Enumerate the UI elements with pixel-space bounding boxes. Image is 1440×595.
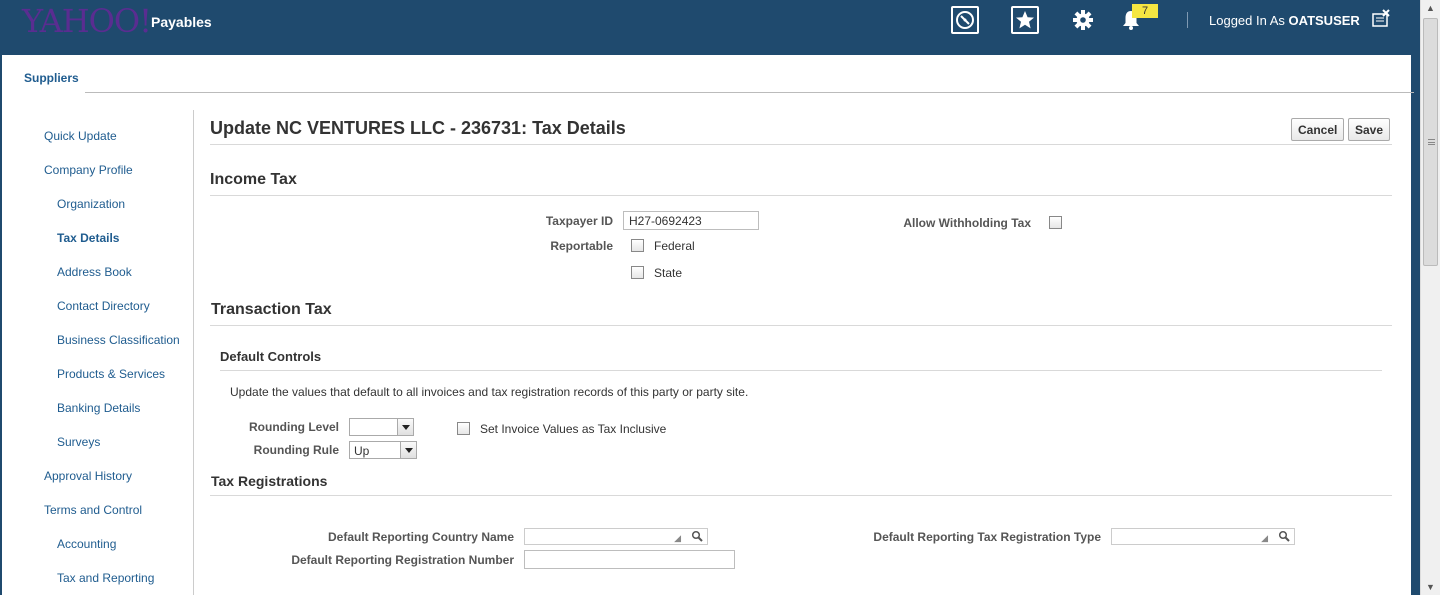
frame-left-edge (0, 55, 2, 595)
reportable-label: Reportable (550, 239, 613, 253)
scroll-up-arrow-icon[interactable]: ▲ (1421, 0, 1440, 16)
registration-number-label: Default Reporting Registration Number (291, 553, 514, 567)
tax-inclusive-checkbox[interactable] (457, 422, 470, 435)
default-controls-description: Update the values that default to all in… (230, 385, 749, 399)
rounding-rule-dropdown-icon[interactable] (400, 442, 416, 458)
username[interactable]: OATSUSER (1289, 13, 1360, 28)
sidebar-item-tax-and-reporting[interactable]: Tax and Reporting (57, 571, 154, 585)
federal-checkbox[interactable] (631, 239, 644, 252)
page-scrollbar[interactable]: ▲ ▼ (1420, 0, 1440, 595)
search-icon[interactable] (691, 530, 703, 545)
sidebar-item-banking-details[interactable]: Banking Details (57, 401, 140, 415)
compass-icon[interactable] (951, 6, 979, 34)
registration-type-label: Default Reporting Tax Registration Type (873, 530, 1101, 544)
scroll-thumb[interactable] (1423, 18, 1438, 266)
tax-registrations-heading: Tax Registrations (211, 473, 328, 489)
frame-right-edge (1411, 55, 1420, 595)
rounding-rule-value: Up (354, 444, 370, 458)
sidebar-item-company-profile[interactable]: Company Profile (44, 163, 133, 177)
yahoo-logo[interactable]: YAHOO! (22, 2, 152, 40)
page-title: Update NC VENTURES LLC - 236731: Tax Det… (210, 118, 626, 138)
tax-inclusive-label: Set Invoice Values as Tax Inclusive (480, 422, 667, 436)
allow-withholding-checkbox[interactable] (1049, 216, 1062, 229)
taxpayer-id-label: Taxpayer ID (545, 214, 613, 228)
scroll-down-arrow-icon[interactable]: ▼ (1421, 579, 1440, 595)
close-window-icon[interactable] (1369, 7, 1393, 31)
default-controls-heading: Default Controls (220, 349, 322, 364)
lov-resize-icon: ◢ (674, 533, 681, 543)
registration-type-lov[interactable]: ◢ (1111, 528, 1295, 545)
header-divider (1187, 12, 1188, 28)
scroll-grip-icon (1428, 139, 1435, 145)
tasks-sidebar: Quick Update Company Profile Organizatio… (16, 110, 194, 595)
state-checkbox[interactable] (631, 266, 644, 279)
sidebar-item-surveys[interactable]: Surveys (57, 435, 100, 449)
logged-in-status: Logged In As OATSUSER (1209, 13, 1360, 28)
sidebar-item-approval-history[interactable]: Approval History (44, 469, 132, 483)
sidebar-item-address-book[interactable]: Address Book (57, 265, 132, 279)
rounding-rule-select[interactable]: Up (349, 441, 417, 459)
rounding-level-label: Rounding Level (249, 420, 339, 434)
sidebar-item-organization[interactable]: Organization (57, 197, 125, 211)
sidebar-item-products-services[interactable]: Products & Services (57, 367, 165, 381)
default-controls-divider (220, 370, 1382, 371)
global-header: YAHOO! Payables 7 Logged In As OATSUSER (0, 0, 1420, 55)
tax-registrations-divider (210, 495, 1392, 496)
save-button[interactable]: Save (1348, 118, 1390, 141)
app-title: Payables (151, 14, 212, 30)
income-tax-heading: Income Tax (210, 171, 297, 188)
sidebar-item-terms-and-control[interactable]: Terms and Control (44, 503, 142, 517)
rounding-rule-label: Rounding Rule (253, 443, 339, 457)
rounding-level-dropdown-icon[interactable] (397, 419, 413, 435)
tab-divider (85, 92, 1414, 93)
sidebar-item-accounting[interactable]: Accounting (57, 537, 116, 551)
notification-count-badge: 7 (1132, 4, 1158, 18)
sidebar-item-business-classification[interactable]: Business Classification (57, 333, 180, 347)
lov-resize-icon: ◢ (1261, 533, 1268, 543)
search-icon[interactable] (1278, 530, 1290, 545)
settings-gear-icon[interactable] (1069, 6, 1097, 34)
tab-suppliers[interactable]: Suppliers (24, 71, 79, 85)
federal-label: Federal (654, 239, 695, 253)
favorites-star-icon[interactable] (1011, 6, 1039, 34)
state-label: State (654, 266, 683, 280)
sidebar-item-contact-directory[interactable]: Contact Directory (57, 299, 150, 313)
transaction-tax-heading: Transaction Tax (211, 301, 332, 318)
rounding-level-select[interactable] (349, 418, 414, 436)
title-divider (210, 144, 1392, 145)
reporting-country-lov[interactable]: ◢ (524, 528, 708, 545)
sidebar-item-tax-details[interactable]: Tax Details (57, 231, 119, 245)
cancel-button[interactable]: Cancel (1291, 118, 1344, 141)
registration-number-input[interactable] (524, 550, 735, 569)
transaction-tax-divider (210, 325, 1392, 326)
taxpayer-id-input[interactable] (623, 211, 759, 230)
income-tax-divider (210, 195, 1392, 196)
allow-withholding-label: Allow Withholding Tax (903, 216, 1031, 230)
reporting-country-label: Default Reporting Country Name (327, 530, 514, 544)
sidebar-item-quick-update[interactable]: Quick Update (44, 129, 117, 143)
logged-in-prefix: Logged In As (1209, 13, 1285, 28)
